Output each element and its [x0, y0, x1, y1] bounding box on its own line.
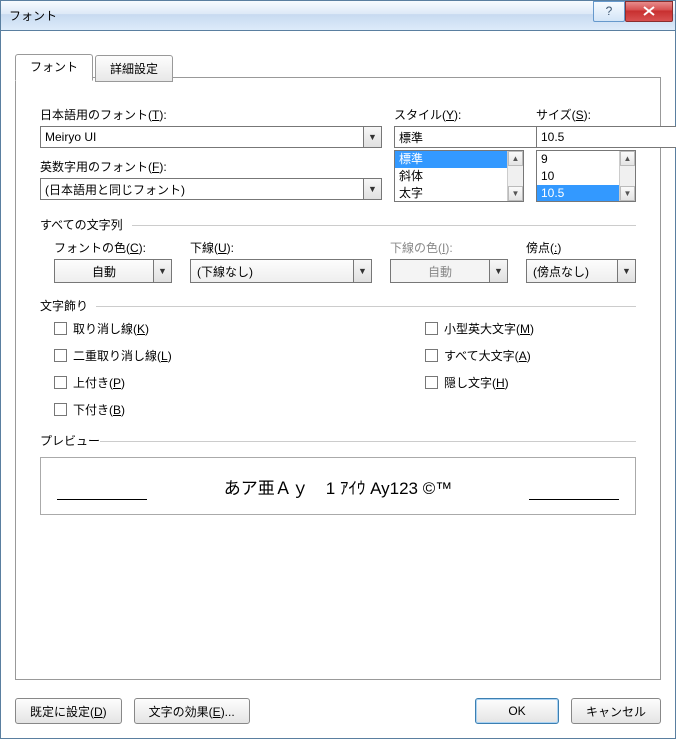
underlinecolor-dropdown-button: ▼ — [490, 259, 508, 283]
style-option-1[interactable]: 斜体 — [395, 168, 523, 185]
underlinecolor-label: 下線の色(I): — [390, 239, 508, 256]
allcaps-checkbox[interactable]: すべて大文字(A) — [425, 347, 636, 364]
hidden-checkbox[interactable]: 隠し文字(H) — [425, 374, 636, 391]
style-option-2[interactable]: 太字 — [395, 185, 523, 202]
set-default-button[interactable]: 既定に設定(D) — [15, 698, 122, 724]
checkbox-box — [54, 322, 67, 335]
checkbox-box — [425, 349, 438, 362]
emphasis-label: 傍点(:) — [526, 239, 636, 256]
strike-checkbox[interactable]: 取り消し線(K) — [54, 320, 265, 337]
checkbox-box — [425, 376, 438, 389]
latinfont-value: (日本語用と同じフォント) — [40, 178, 364, 200]
font-dialog: フォント ? フォント 詳細設定 日本語用のフォント(T): ▼ 英数字用のフォ… — [0, 0, 676, 739]
tab-panel: 日本語用のフォント(T): ▼ 英数字用のフォント(F): (日本語用と同じフォ… — [15, 77, 661, 680]
checkbox-box — [54, 376, 67, 389]
style-label: スタイル(Y): — [394, 106, 524, 123]
latinfont-label: 英数字用のフォント(F): — [40, 158, 382, 175]
underlinecolor-value: 自動 — [390, 259, 490, 283]
fontcolor-value: 自動 — [54, 259, 154, 283]
sub-checkbox[interactable]: 下付き(B) — [54, 401, 265, 418]
style-scrollbar[interactable]: ▲▼ — [507, 151, 523, 201]
fontcolor-dropdown-button[interactable]: ▼ — [154, 259, 172, 283]
latinfont-dropdown-button[interactable]: ▼ — [364, 178, 382, 200]
latinfont-combo[interactable]: (日本語用と同じフォント) ▼ — [40, 178, 382, 200]
fontcolor-select[interactable]: 自動 ▼ — [54, 259, 172, 283]
preview-box: あア亜Ａｙ 1 ｱｲｳ Ay123 ©™ — [40, 457, 636, 515]
tabstrip: フォント 詳細設定 — [15, 53, 173, 80]
style-option-0[interactable]: 標準 — [395, 151, 523, 168]
text-effects-button[interactable]: 文字の効果(E)... — [134, 698, 250, 724]
jpfont-combo[interactable]: ▼ — [40, 126, 382, 148]
titlebar: フォント ? — [1, 1, 675, 31]
checkbox-box — [54, 403, 67, 416]
cancel-button[interactable]: キャンセル — [571, 698, 661, 724]
allchars-group-title: すべての文字列 — [40, 216, 636, 233]
preview-underline-left — [57, 499, 147, 500]
checkbox-box — [54, 349, 67, 362]
client-area: フォント 詳細設定 日本語用のフォント(T): ▼ 英数字用のフォント(F): … — [1, 31, 675, 738]
fontcolor-label: フォントの色(C): — [54, 239, 172, 256]
smallcaps-checkbox[interactable]: 小型英大文字(M) — [425, 320, 636, 337]
window-title: フォント — [9, 7, 57, 24]
jpfont-dropdown-button[interactable]: ▼ — [364, 126, 382, 148]
checkbox-box — [425, 322, 438, 335]
decor-group-title: 文字飾り — [40, 297, 636, 314]
size-input-wrap[interactable] — [536, 126, 636, 148]
help-button[interactable]: ? — [593, 1, 625, 22]
jpfont-label: 日本語用のフォント(T): — [40, 106, 382, 123]
size-label: サイズ(S): — [536, 106, 636, 123]
dstrike-checkbox[interactable]: 二重取り消し線(L) — [54, 347, 265, 364]
preview-group-title: プレビュー — [40, 432, 636, 449]
footer: 既定に設定(D) 文字の効果(E)... OK キャンセル — [15, 698, 661, 724]
emphasis-value: (傍点なし) — [526, 259, 618, 283]
underline-label: 下線(U): — [190, 239, 372, 256]
tab-font[interactable]: フォント — [15, 54, 93, 81]
style-input[interactable] — [394, 126, 559, 148]
preview-sample: あア亜Ａｙ 1 ｱｲｳ Ay123 ©™ — [224, 474, 453, 499]
jpfont-input[interactable] — [40, 126, 364, 148]
size-scrollbar[interactable]: ▲▼ — [619, 151, 635, 201]
ok-button[interactable]: OK — [475, 698, 559, 724]
preview-underline-right — [529, 499, 619, 500]
tab-advanced[interactable]: 詳細設定 — [95, 55, 173, 82]
underline-value: (下線なし) — [190, 259, 354, 283]
style-input-wrap[interactable] — [394, 126, 524, 148]
size-listbox[interactable]: 9 10 10.5 ▲▼ — [536, 150, 636, 202]
style-listbox[interactable]: 標準 斜体 太字 ▲▼ — [394, 150, 524, 202]
emphasis-select[interactable]: (傍点なし) ▼ — [526, 259, 636, 283]
emphasis-dropdown-button[interactable]: ▼ — [618, 259, 636, 283]
underlinecolor-select: 自動 ▼ — [390, 259, 508, 283]
size-input[interactable] — [536, 126, 676, 148]
underline-dropdown-button[interactable]: ▼ — [354, 259, 372, 283]
underline-select[interactable]: (下線なし) ▼ — [190, 259, 372, 283]
close-button[interactable] — [625, 1, 673, 22]
super-checkbox[interactable]: 上付き(P) — [54, 374, 265, 391]
